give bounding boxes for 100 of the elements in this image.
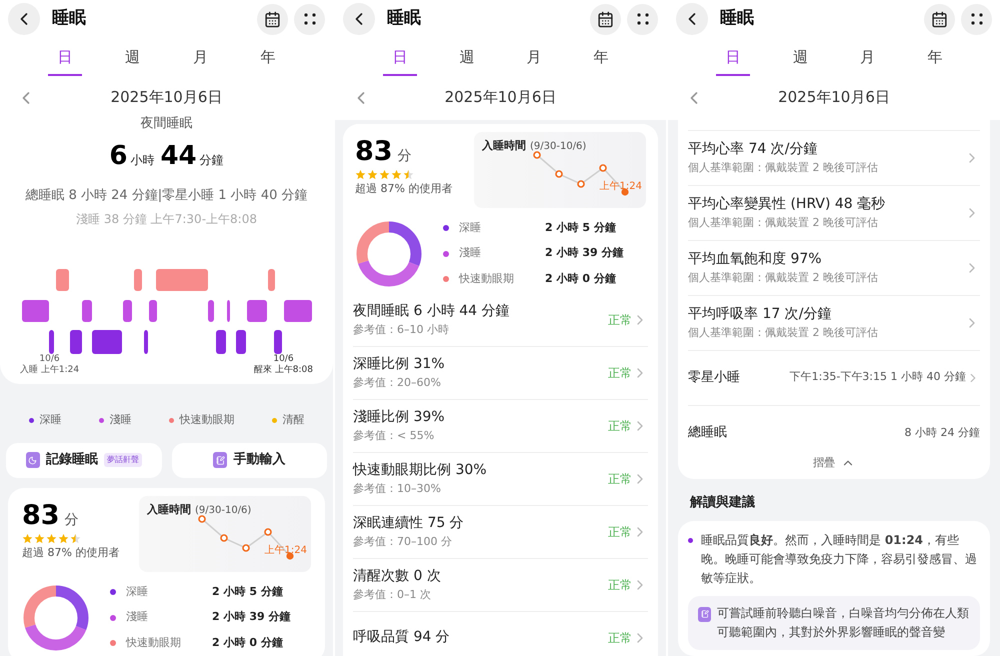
minutes-value: 44 [160, 140, 197, 173]
minutes-unit: 分鐘 [200, 152, 224, 169]
back-button[interactable] [8, 3, 40, 35]
total-label: 總睡眠 [688, 424, 727, 442]
period-tab[interactable]: 年 [584, 46, 618, 76]
period-tab[interactable]: 月 [850, 46, 885, 76]
star-icon [46, 532, 57, 544]
calendar-icon [264, 10, 281, 28]
metric-row[interactable]: 深睡比例 31% 參考值：20–60% 正常 [353, 346, 648, 400]
section-title: 解讀與建議 [690, 494, 756, 512]
star-icon [403, 168, 414, 180]
star-icon [367, 168, 378, 180]
calendar-icon [931, 10, 948, 28]
stage-label: 深睡 [459, 220, 482, 236]
calendar-icon [597, 10, 614, 28]
page-title: 睡眠 [720, 7, 754, 30]
advice-text: 睡眠品質良好。然而，入睡時間是 01:24，有些晚。晚睡可能會導致免疫力下降，容易引發感冒、過敏等症狀。 [701, 532, 978, 586]
period-tab[interactable]: 日 [716, 46, 750, 76]
vital-title: 平均血氧飽和度 97% [688, 250, 823, 269]
start-time: 入睡 上午1:24 [20, 364, 80, 376]
metric-row[interactable]: 快速動眼期比例 30% 參考值：10–30% 正常 [353, 452, 648, 506]
collapse-button[interactable]: 摺疊 [813, 454, 855, 471]
dots-menu-icon [302, 12, 316, 26]
legend-label: 深睡 [40, 412, 62, 428]
stage-duration: 2 小時 5 分鐘 [212, 584, 283, 600]
legend-label: 清醒 [282, 412, 304, 428]
more-button[interactable] [961, 4, 992, 34]
period-tab[interactable]: 年 [918, 46, 952, 76]
status-label: 正常 [608, 418, 632, 434]
metric-title: 呼吸品質 94 分 [353, 628, 451, 647]
date-label: 2025年10月6日 [110, 87, 222, 108]
moon-icon [26, 452, 40, 468]
status-label: 正常 [608, 576, 632, 594]
metric-title: 深睡比例 31% [353, 354, 446, 374]
back-button[interactable] [676, 3, 708, 35]
period-tab[interactable]: 週 [116, 46, 150, 76]
note-icon [698, 606, 711, 622]
note-icon [213, 452, 228, 468]
score-unit: 分 [64, 510, 79, 530]
period-tab[interactable]: 週 [450, 46, 484, 76]
period-tab[interactable]: 月 [517, 46, 551, 76]
sleep-donut-drawing [22, 584, 90, 652]
stage-duration: 2 小時 39 分鐘 [545, 245, 624, 262]
period-tab[interactable]: 月 [183, 46, 218, 76]
end-date: 10/6 [273, 354, 294, 364]
stage-duration: 2 小時 0 分鐘 [212, 634, 283, 651]
nap-row[interactable]: 零星小睡 下午1:35-下午3:15 1 小時 40 分鐘 [688, 350, 980, 406]
metric-row[interactable]: 淺睡比例 39% 參考值：< 55% 正常 [353, 400, 648, 452]
vital-row[interactable]: 平均心率 74 次/分鐘 個人基準範圍：佩戴裝置 2 晚後可評估 [688, 130, 980, 186]
night-sleep-label: 夜間睡眠 [140, 114, 192, 132]
manual-input-button[interactable]: 手動輸入 [172, 442, 327, 478]
calendar-button[interactable] [257, 4, 288, 34]
stage-label: 快速動眼期 [126, 634, 182, 651]
calendar-button[interactable] [590, 4, 621, 34]
star-icon [34, 532, 45, 544]
metric-reference: 參考值：0–1 次 [353, 586, 432, 603]
record-sleep-button[interactable]: 記錄睡眠 夢話鼾聲 [6, 442, 162, 478]
star-icon [70, 532, 81, 544]
star-icon [22, 532, 33, 544]
more-button[interactable] [294, 4, 325, 34]
back-button[interactable] [343, 3, 375, 35]
metric-row[interactable]: 夜間睡眠 6 小時 44 分鐘 參考值：6–10 小時 正常 [353, 294, 648, 346]
metric-reference: 參考值：10–30% [353, 480, 442, 497]
vital-row[interactable]: 平均心率變異性 (HRV) 48 毫秒 個人基準範圍：佩戴裝置 2 晚後可評估 [688, 186, 980, 240]
page-title: 睡眠 [52, 7, 86, 30]
trend-point-label: 上午1:24 [600, 182, 642, 192]
vital-row[interactable]: 平均血氧飽和度 97% 個人基準範圍：佩戴裝置 2 晚後可評估 [688, 240, 980, 296]
nap-value: 下午1:35-下午3:15 1 小時 40 分鐘 [790, 369, 966, 386]
trend-point-label: 上午1:24 [264, 546, 307, 556]
period-tab[interactable]: 日 [383, 46, 417, 76]
metric-row[interactable]: 深眠連續性 75 分 參考值：70–100 分 正常 [353, 506, 648, 558]
tip-text: 可嘗試睡前聆聽白噪音，白噪音均勻分佈在人類可聽範圍內，其對於外界影響睡眠的聲音變 [717, 604, 970, 640]
legend-label: 淺睡 [110, 412, 132, 428]
status-label: 正常 [608, 470, 632, 488]
more-button[interactable] [627, 4, 658, 34]
vital-note: 個人基準範圍：佩戴裝置 2 晚後可評估 [688, 160, 879, 176]
vital-title: 平均心率 74 次/分鐘 [688, 140, 818, 159]
hours-value: 6 [109, 140, 128, 173]
trend-range: (9/30-10/6) [530, 140, 586, 154]
end-time: 醒來 上午8:08 [254, 364, 313, 376]
metric-row[interactable]: 呼吸品質 94 分 正常 [353, 612, 648, 656]
period-tab[interactable]: 年 [250, 46, 285, 76]
stage-label: 深睡 [126, 584, 149, 600]
total-value: 8 小時 24 分鐘 [904, 424, 980, 441]
star-icon [379, 168, 390, 180]
score-value: 83 [22, 502, 60, 528]
vital-note: 個人基準範圍：佩戴裝置 2 晚後可評估 [688, 324, 879, 341]
calendar-button[interactable] [924, 4, 955, 34]
period-tab[interactable]: 日 [48, 46, 82, 76]
score-unit: 分 [398, 146, 412, 166]
sleep-summary: 總睡眠 8 小時 24 分鐘|零星小睡 1 小時 40 分鐘 [25, 187, 308, 205]
metric-title: 深眠連續性 75 分 [353, 514, 465, 533]
metric-reference: 參考值：20–60% [353, 374, 442, 391]
trend-title: 入睡時間 [147, 502, 191, 518]
metric-row[interactable]: 清醒次數 0 次 參考值：0–1 次 正常 [353, 558, 648, 612]
legend-label: 快速動眼期 [180, 412, 234, 428]
page-title: 睡眠 [387, 7, 421, 30]
stage-duration: 2 小時 0 分鐘 [545, 270, 616, 287]
period-tab[interactable]: 週 [783, 46, 818, 76]
vital-row[interactable]: 平均呼吸率 17 次/分鐘 個人基準範圍：佩戴裝置 2 晚後可評估 [688, 296, 980, 350]
